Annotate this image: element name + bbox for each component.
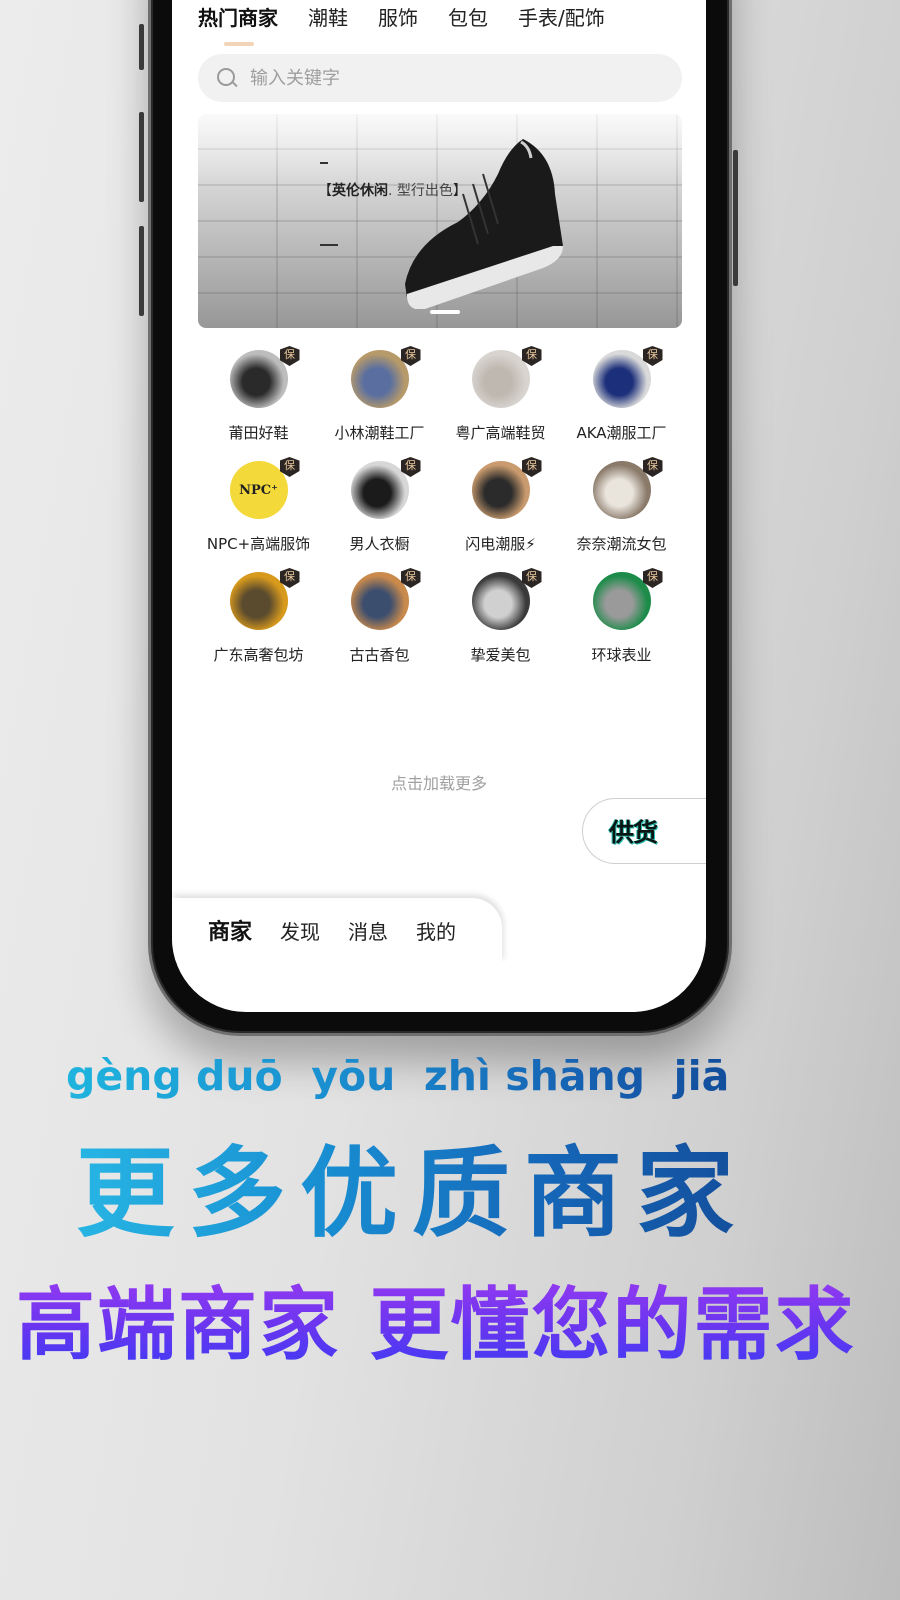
merchant-avatar[interactable]: [471, 461, 530, 519]
merchant-avatar[interactable]: [350, 572, 409, 630]
merchant-avatar[interactable]: [229, 572, 288, 630]
merchant-name: 挚爱美包: [470, 646, 531, 664]
merchant-item[interactable]: 保 AKA潮服工厂: [561, 346, 682, 443]
app-screen: 热门商家 潮鞋 服饰 包包 手表/配饰 【英伦休闲. 型行出色】 保莆田好鞋保小…: [172, 0, 706, 1012]
merchant-item[interactable]: 保莆田好鞋: [198, 346, 319, 443]
merchant-avatar-wrap: 保: [350, 568, 421, 630]
merchant-item[interactable]: 保环球表业: [561, 568, 682, 665]
merchant-avatar[interactable]: [471, 350, 530, 408]
merchant-item[interactable]: NPC⁺ 保 NPC+高端服饰: [198, 457, 319, 554]
merchant-avatar[interactable]: [350, 461, 409, 519]
merchant-item[interactable]: 保古古香包: [319, 568, 440, 665]
merchant-name: 古古香包: [349, 646, 410, 664]
tab-trendy-shoes[interactable]: 潮鞋: [308, 4, 348, 32]
banner-title-bold: 英伦休闲: [332, 183, 388, 199]
merchant-item[interactable]: 保奈奈潮流女包: [561, 457, 682, 554]
search-bar[interactable]: [198, 54, 682, 102]
merchant-grid: 保莆田好鞋保小林潮鞋工厂保粤广高端鞋贸保 AKA潮服工厂 NPC⁺ 保 NPC+高端服饰…: [198, 346, 682, 665]
nav-profile[interactable]: 我的: [416, 916, 456, 945]
merchant-name: 奈奈潮流女包: [576, 535, 667, 553]
nav-discover[interactable]: 发现: [280, 916, 320, 945]
headline-sub: 高端商家 更懂您的需求: [16, 1260, 856, 1375]
merchant-name: 莆田好鞋: [228, 424, 289, 442]
load-more-button[interactable]: 点击加载更多: [172, 770, 706, 794]
merchant-avatar-wrap: 保: [350, 457, 421, 519]
merchant-name: 粤广高端鞋贸: [455, 424, 546, 442]
merchant-avatar-wrap: 保: [471, 568, 542, 630]
category-tabs: 热门商家 潮鞋 服饰 包包 手表/配饰: [198, 4, 635, 46]
merchant-item[interactable]: 保挚爱美包: [440, 568, 561, 665]
merchant-name: NPC+高端服饰: [206, 535, 311, 553]
merchant-name: 广东高奢包坊: [213, 646, 304, 664]
search-icon: [216, 67, 238, 89]
phone-volume-down-button: [139, 226, 144, 316]
sneaker-image: [405, 139, 563, 309]
merchant-item[interactable]: 保闪电潮服⚡: [440, 457, 561, 554]
merchant-avatar-wrap: 保: [229, 346, 300, 408]
merchant-avatar[interactable]: [229, 350, 288, 408]
merchant-avatar-wrap: 保: [592, 568, 663, 630]
supply-button[interactable]: 供货: [582, 798, 706, 864]
headline-pinyin: gèng duō yōu zhì shāng jiā: [66, 1052, 730, 1100]
banner-decor-dash: [320, 244, 338, 246]
merchant-item[interactable]: 保广东高奢包坊: [198, 568, 319, 665]
merchant-item[interactable]: 保男人衣橱: [319, 457, 440, 554]
merchant-avatar-wrap: 保: [592, 457, 663, 519]
merchant-avatar-wrap: 保: [471, 346, 542, 408]
merchant-avatar-wrap: 保: [229, 568, 300, 630]
merchant-name: 小林潮鞋工厂: [334, 424, 425, 442]
phone-power-button: [733, 150, 738, 286]
merchant-avatar[interactable]: [592, 350, 651, 408]
merchant-avatar[interactable]: [592, 461, 651, 519]
carousel-indicator[interactable]: [430, 310, 460, 314]
merchant-avatar[interactable]: NPC⁺: [229, 461, 288, 519]
banner-bracket-left: 【: [318, 183, 332, 199]
merchant-avatar[interactable]: [350, 350, 409, 408]
promo-banner[interactable]: 【英伦休闲. 型行出色】: [198, 114, 682, 328]
phone-side-button: [139, 24, 144, 70]
nav-merchants[interactable]: 商家: [208, 914, 252, 946]
phone-volume-up-button: [139, 112, 144, 202]
nav-messages[interactable]: 消息: [348, 916, 388, 945]
supply-button-label: 供货: [609, 818, 658, 847]
search-input[interactable]: [250, 67, 650, 89]
bottom-navigation: 商家 发现 消息 我的: [172, 898, 502, 962]
banner-decor-dash: [320, 162, 328, 164]
merchant-avatar-wrap: NPC⁺ 保: [229, 457, 300, 519]
merchant-name: 闪电潮服⚡: [465, 535, 536, 553]
tab-watches-accessories[interactable]: 手表/配饰: [518, 4, 605, 32]
headline-main: 更多优质商家: [76, 1114, 748, 1256]
tab-clothing[interactable]: 服饰: [378, 4, 418, 32]
merchant-item[interactable]: 保小林潮鞋工厂: [319, 346, 440, 443]
merchant-name: 环球表业: [591, 646, 652, 664]
merchant-avatar-logo-text: NPC⁺: [239, 482, 278, 498]
merchant-avatar[interactable]: [471, 572, 530, 630]
merchant-avatar-wrap: 保: [471, 457, 542, 519]
merchant-avatar-wrap: 保: [592, 346, 663, 408]
tab-hot-merchants[interactable]: 热门商家: [198, 4, 278, 46]
merchant-item[interactable]: 保粤广高端鞋贸: [440, 346, 561, 443]
merchant-avatar[interactable]: [592, 572, 651, 630]
merchant-name: AKA潮服工厂: [576, 424, 667, 442]
merchant-avatar-wrap: 保: [350, 346, 421, 408]
tab-bags[interactable]: 包包: [448, 4, 488, 32]
merchant-name: 男人衣橱: [349, 535, 410, 553]
